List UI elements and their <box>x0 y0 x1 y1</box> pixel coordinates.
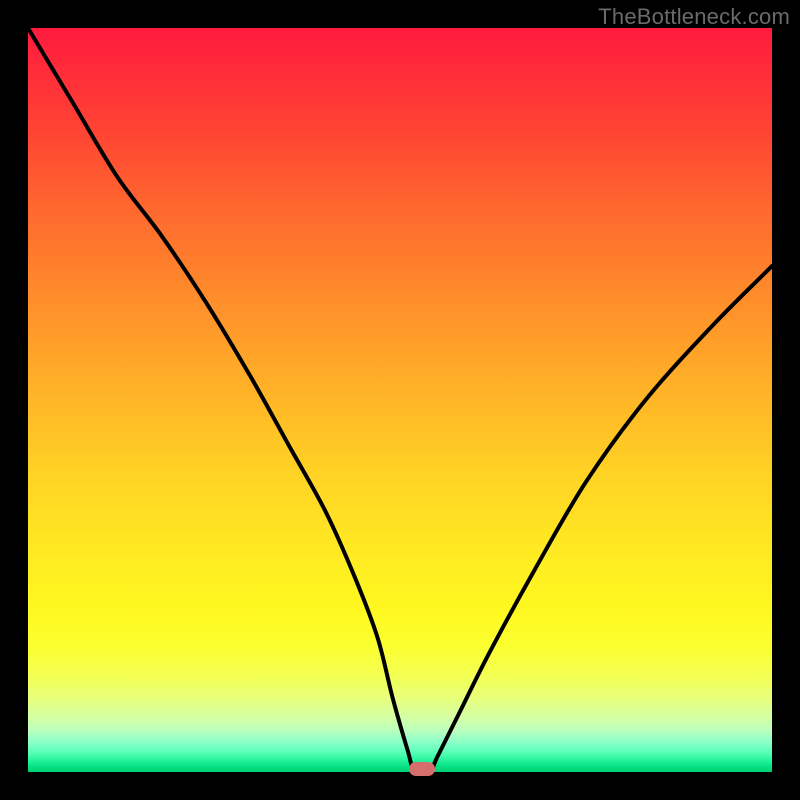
watermark-text: TheBottleneck.com <box>598 4 790 30</box>
chart-frame: TheBottleneck.com <box>0 0 800 800</box>
optimal-point-marker <box>409 762 435 776</box>
plot-area <box>28 28 772 772</box>
heat-gradient-background <box>28 28 772 772</box>
